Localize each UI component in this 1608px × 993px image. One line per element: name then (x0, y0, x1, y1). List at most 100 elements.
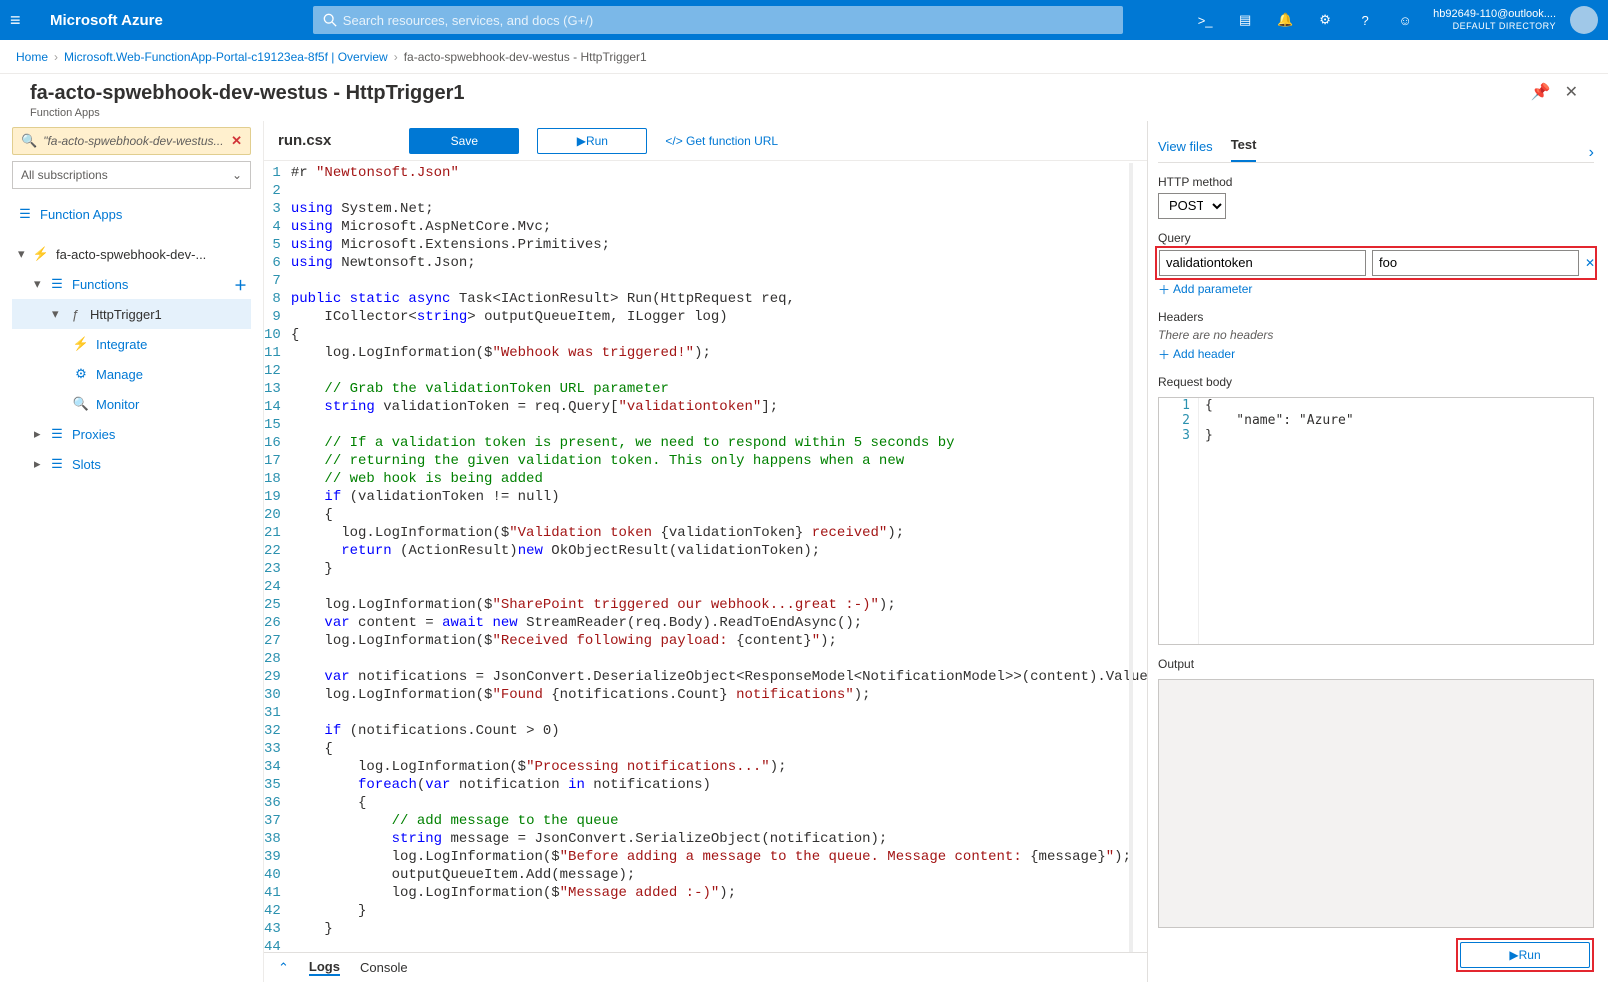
http-method-label: HTTP method (1158, 175, 1594, 189)
expand-panel-icon[interactable]: › (1589, 144, 1594, 162)
query-highlight: ✕ (1155, 246, 1597, 280)
search-icon: 🔍 (21, 133, 37, 149)
pin-icon[interactable]: 📌 (1531, 82, 1551, 102)
close-icon[interactable]: ✕ (1565, 82, 1578, 102)
hamburger-icon[interactable]: ≡ (10, 10, 30, 31)
request-body-editor[interactable]: 123 { "name": "Azure"} (1158, 397, 1594, 646)
minimap[interactable] (1129, 163, 1133, 952)
tab-console[interactable]: Console (360, 960, 408, 975)
tab-test[interactable]: Test (1231, 137, 1257, 162)
sidebar-search-tag[interactable]: 🔍 "fa-acto-spwebhook-dev-westus... ✕ (12, 127, 251, 155)
sidebar-item-integrate[interactable]: ⚡ Integrate (12, 329, 251, 359)
caret-down-icon: ▾ (34, 276, 48, 292)
settings-icon[interactable]: ⚙ (1305, 0, 1345, 40)
account-email: hb92649-110@outlook.... (1433, 8, 1556, 21)
sidebar-label: Proxies (72, 427, 115, 442)
breadcrumb-home[interactable]: Home (16, 50, 48, 64)
sidebar-label: Manage (96, 367, 143, 382)
caret-right-icon: ▸ (34, 456, 48, 472)
code-editor[interactable]: 1234567891011121314151617181920212223242… (264, 161, 1147, 952)
sidebar-label: Integrate (96, 337, 147, 352)
search-icon (323, 13, 337, 27)
sidebar-label: Slots (72, 457, 101, 472)
query-value-input[interactable] (1372, 250, 1579, 276)
test-run-button[interactable]: ▶ Run (1460, 942, 1590, 968)
save-button[interactable]: Save (409, 128, 519, 154)
feedback-icon[interactable]: ☺ (1385, 0, 1425, 40)
right-tabs: View files Test › (1158, 129, 1594, 163)
expand-up-icon[interactable]: ⌃ (278, 960, 289, 976)
global-search-input[interactable] (343, 13, 1113, 28)
sidebar-label: Function Apps (40, 207, 122, 222)
sidebar-item-functions[interactable]: ▾ ☰ Functions ＋ (12, 269, 251, 299)
sidebar-label: Monitor (96, 397, 139, 412)
caret-down-icon: ▾ (18, 246, 32, 262)
sidebar-label: Functions (72, 277, 128, 292)
chevron-icon: › (394, 50, 398, 64)
remove-param-icon[interactable]: ✕ (1585, 256, 1593, 270)
breadcrumb-current: fa-acto-spwebhook-dev-westus - HttpTrigg… (404, 50, 647, 64)
run-highlight: ▶ Run (1456, 938, 1594, 972)
list-icon: ☰ (48, 456, 66, 472)
get-function-url-link[interactable]: </> Get function URL (665, 134, 778, 148)
add-parameter-link[interactable]: ＋Add parameter (1158, 281, 1594, 298)
list-icon: ☰ (48, 426, 66, 442)
resource-tree: ☰ Function Apps ▾ ⚡ fa-acto-spwebhook-de… (12, 199, 251, 479)
notifications-icon[interactable]: 🔔 (1265, 0, 1305, 40)
subscription-filter[interactable]: All subscriptions ⌄ (12, 161, 251, 189)
query-row: ✕ (1159, 250, 1593, 276)
add-param-label: Add parameter (1173, 282, 1252, 296)
page-title: fa-acto-spwebhook-dev-westus - HttpTrigg… (30, 82, 465, 105)
test-panel: View files Test › HTTP method POST Query… (1148, 121, 1608, 982)
editor-toolbar: run.csx Save ▶ Run </> Get function URL (264, 121, 1147, 161)
run-label: Run (1519, 948, 1541, 962)
account-directory: DEFAULT DIRECTORY (1453, 21, 1556, 32)
request-body-label: Request body (1158, 375, 1594, 389)
add-header-label: Add header (1173, 347, 1235, 361)
title-row: fa-acto-spwebhook-dev-westus - HttpTrigg… (0, 74, 1608, 121)
list-icon: ☰ (48, 276, 66, 292)
sidebar-item-function-apps[interactable]: ☰ Function Apps (12, 199, 251, 229)
sidebar-search-text: "fa-acto-spwebhook-dev-westus... (43, 134, 225, 148)
avatar[interactable] (1570, 6, 1598, 34)
monitor-icon: 🔍 (72, 396, 90, 412)
integrate-icon: ⚡ (72, 336, 90, 352)
top-icons: >_ ▤ 🔔 ⚙ ? ☺ hb92649-110@outlook.... DEF… (1185, 0, 1598, 40)
gear-icon: ⚙ (72, 366, 90, 382)
filename: run.csx (278, 132, 331, 149)
caret-right-icon: ▸ (34, 426, 48, 442)
top-bar: ≡ Microsoft Azure >_ ▤ 🔔 ⚙ ? ☺ hb92649-1… (0, 0, 1608, 40)
function-icon: ƒ (66, 307, 84, 322)
tab-logs[interactable]: Logs (309, 959, 340, 976)
clear-icon[interactable]: ✕ (231, 133, 242, 149)
account-label[interactable]: hb92649-110@outlook.... DEFAULT DIRECTOR… (1425, 8, 1564, 32)
add-header-link[interactable]: ＋Add header (1158, 346, 1594, 363)
code-text[interactable]: #r "Newtonsoft.Json" using System.Net;us… (291, 165, 1147, 952)
sidebar-label: HttpTrigger1 (90, 307, 162, 322)
body-text[interactable]: { "name": "Azure"} (1199, 398, 1354, 645)
directory-filter-icon[interactable]: ▤ (1225, 0, 1265, 40)
body-gutter: 123 (1159, 398, 1199, 645)
cloud-shell-icon[interactable]: >_ (1185, 0, 1225, 40)
query-label: Query (1158, 231, 1594, 245)
help-icon[interactable]: ? (1345, 0, 1385, 40)
sidebar-item-app[interactable]: ▾ ⚡ fa-acto-spwebhook-dev-... (12, 239, 251, 269)
global-search[interactable] (313, 6, 1123, 34)
headers-label: Headers (1158, 310, 1594, 324)
sidebar-item-httptrigger[interactable]: ▾ ƒ HttpTrigger1 (12, 299, 251, 329)
sidebar-item-manage[interactable]: ⚙ Manage (12, 359, 251, 389)
http-method-select[interactable]: POST (1158, 193, 1226, 219)
tab-view-files[interactable]: View files (1158, 139, 1213, 162)
output-box (1158, 679, 1594, 928)
run-button[interactable]: ▶ Run (537, 128, 647, 154)
chevron-icon: › (54, 50, 58, 64)
logs-console-bar: ⌃ Logs Console (264, 952, 1147, 982)
breadcrumb-overview[interactable]: Microsoft.Web-FunctionApp-Portal-c19123e… (64, 50, 388, 64)
breadcrumb: Home › Microsoft.Web-FunctionApp-Portal-… (0, 40, 1608, 74)
add-icon[interactable]: ＋ (234, 275, 247, 294)
sidebar-item-slots[interactable]: ▸ ☰ Slots (12, 449, 251, 479)
sidebar-item-monitor[interactable]: 🔍 Monitor (12, 389, 251, 419)
query-key-input[interactable] (1159, 250, 1366, 276)
sidebar-item-proxies[interactable]: ▸ ☰ Proxies (12, 419, 251, 449)
main-layout: 🔍 "fa-acto-spwebhook-dev-westus... ✕ All… (0, 121, 1608, 982)
